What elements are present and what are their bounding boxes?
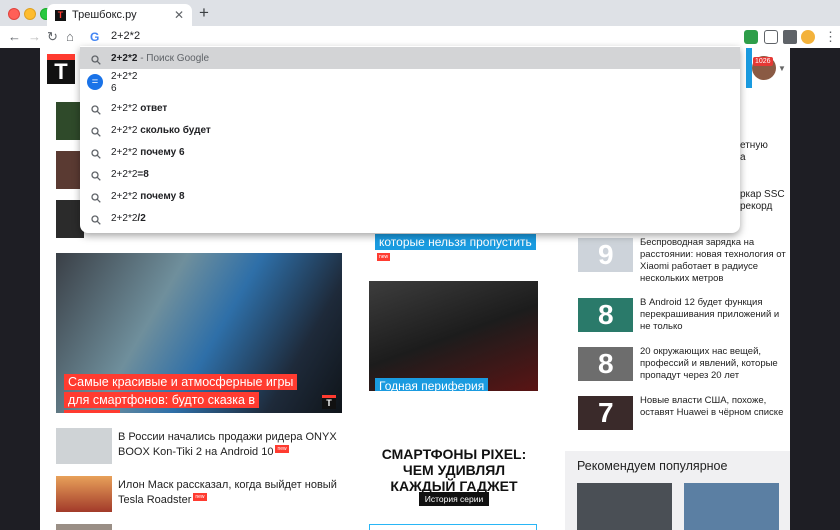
site-favicon-icon: Т [55, 9, 66, 21]
new-tab-button[interactable]: + [199, 4, 209, 21]
suggestion-item[interactable]: 2+2*2 почему 6 [80, 141, 740, 163]
minimize-window-button[interactable] [24, 8, 36, 20]
news-title: Илон Маск рассказал, когда выйдет новый … [118, 479, 337, 506]
search-icon [91, 168, 101, 181]
tab-title: Трешбокс.ру [72, 9, 137, 21]
news-thumb[interactable] [56, 524, 112, 530]
notification-count-badge[interactable]: 1026 [753, 57, 773, 66]
ranked-article[interactable]: 8 20 окружающих нас вещей, профессий и я… [578, 346, 788, 381]
omnibox-input[interactable]: 2+2*2 [111, 30, 140, 42]
ranked-article[interactable]: 9 Беспроводная зарядка на расстоянии: но… [578, 237, 788, 284]
calc-result: 6 [111, 83, 117, 94]
featured-article-msi[interactable]: Годная периферия недорого. Обзор MSI Vig… [369, 281, 538, 391]
extensions-puzzle-icon[interactable] [783, 30, 797, 44]
browser-tab-treshbox[interactable]: Т Трешбокс.ру ✕ [47, 4, 192, 26]
calculator-answer[interactable]: = 2+2*2 6 [80, 68, 740, 98]
news-item[interactable]: Илон Маск рассказал, когда выйдет новый … [56, 476, 356, 512]
rank-number: 7 [598, 397, 614, 428]
ranked-title: Беспроводная зарядка на расстоянии: нова… [640, 237, 786, 284]
news-thumb [56, 428, 112, 464]
search-icon [91, 102, 101, 115]
popular-thumb[interactable] [684, 483, 779, 530]
pixel-series-title[interactable]: СМАРТФОНЫ PIXEL: ЧЕМ УДИВЛЯЛ КАЖДЫЙ ГАДЖ… [369, 446, 539, 494]
rank-number: 9 [598, 239, 614, 270]
extension-green-icon[interactable] [744, 30, 758, 44]
suggestion-item[interactable]: 2+2*2 ответ [80, 97, 740, 119]
home-button[interactable]: ⌂ [66, 28, 74, 46]
suggestion-search-google[interactable]: 2+2*2 - Поиск Google [80, 47, 740, 69]
suggestion-item[interactable]: 2+2*2 почему 8 [80, 185, 740, 207]
suggestion-item[interactable]: 2+2*2 сколько будет [80, 119, 740, 141]
omnibox[interactable]: G 2+2*2 [80, 26, 740, 48]
right-article-fragment[interactable]: рекорд [740, 201, 772, 213]
ranked-title: Новые власти США, похоже, оставят Huawei… [640, 395, 784, 418]
right-article-fragment[interactable]: ркар SSC [740, 189, 785, 201]
popular-recommendations: Рекомендуем популярное [565, 451, 790, 530]
suggestion-item[interactable]: 2+2*2/2 [80, 207, 740, 229]
reload-button[interactable]: ↻ [47, 28, 58, 46]
back-button[interactable]: ← [8, 28, 21, 46]
omnibox-suggestions: 2+2*2 - Поиск Google = 2+2*2 6 2+2*2 отв… [80, 46, 740, 233]
profile-avatar-icon[interactable] [801, 30, 815, 44]
news-title: В России начались продажи ридера ONYX BO… [118, 431, 337, 458]
promo-box [369, 524, 537, 530]
close-window-button[interactable] [8, 8, 20, 20]
featured-article-games[interactable]: Самые красивые и атмосферные игры для см… [56, 253, 342, 413]
google-g-icon: G [90, 30, 100, 44]
popular-heading: Рекомендуем популярное [577, 459, 728, 473]
featured-title: Самые красивые и атмосферные игры для см… [64, 373, 298, 413]
pocket-icon[interactable] [764, 30, 778, 44]
ranked-article[interactable]: 8 В Android 12 будет функция перекрашива… [578, 297, 788, 332]
search-icon [91, 146, 101, 159]
close-tab-icon[interactable]: ✕ [174, 8, 184, 22]
calculator-icon: = [87, 74, 103, 90]
search-icon [91, 124, 101, 137]
ranked-article[interactable]: 7 Новые власти США, похоже, оставят Huaw… [578, 395, 788, 430]
browser-titlebar: Т Трешбокс.ру ✕ + [0, 0, 840, 26]
forward-button[interactable]: → [28, 28, 41, 46]
center-caption[interactable]: которые нельзя пропустить new [375, 233, 565, 269]
calc-expression: 2+2*2 [111, 71, 138, 82]
rank-number: 8 [598, 299, 614, 330]
treshbox-logo[interactable]: Т [47, 54, 75, 84]
suggestion-item[interactable]: 2+2*2=8 [80, 163, 740, 185]
series-history-button[interactable]: История серии [419, 492, 489, 506]
search-icon [91, 52, 101, 65]
search-icon [91, 190, 101, 203]
ranked-title: В Android 12 будет функция перекрашивани… [640, 297, 780, 332]
popular-thumb[interactable] [577, 483, 672, 530]
search-icon [91, 212, 101, 225]
chevron-down-icon[interactable]: ▼ [778, 64, 786, 73]
ranked-title: 20 окружающих нас вещей, профессий и явл… [640, 346, 778, 381]
right-article-fragment[interactable]: а [740, 152, 746, 164]
treshbox-corner-logo: Т [322, 395, 336, 409]
rank-number: 8 [598, 348, 614, 379]
right-article-fragment[interactable]: етную [740, 140, 768, 152]
news-thumb [56, 476, 112, 512]
news-item[interactable]: В России начались продажи ридера ONYX BO… [56, 428, 356, 464]
browser-menu-icon[interactable]: ⋮ [824, 28, 837, 46]
featured-title: Годная периферия недорого. Обзор MSI Vig… [375, 377, 535, 391]
